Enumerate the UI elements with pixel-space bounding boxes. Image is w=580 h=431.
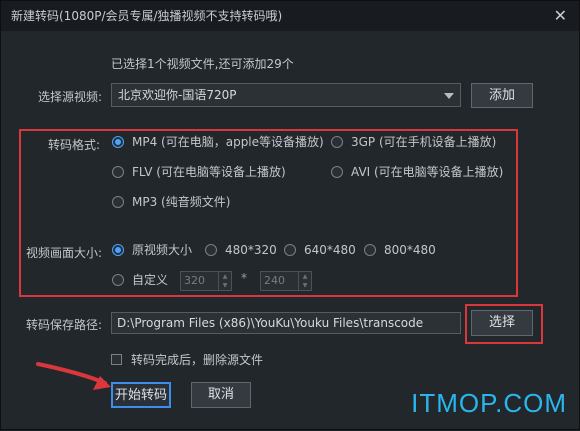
start-transcode-button[interactable]: 开始转码 xyxy=(111,382,171,408)
arrow-annotation xyxy=(36,362,111,390)
cancel-button[interactable]: 取消 xyxy=(191,382,251,408)
watermark: ITMOP.COM xyxy=(411,388,567,418)
transcode-dialog: 新建转码(1080P/会员专属/独播视频不支持转码哦) ✕ 已选择1个视频文件,… xyxy=(0,0,580,430)
